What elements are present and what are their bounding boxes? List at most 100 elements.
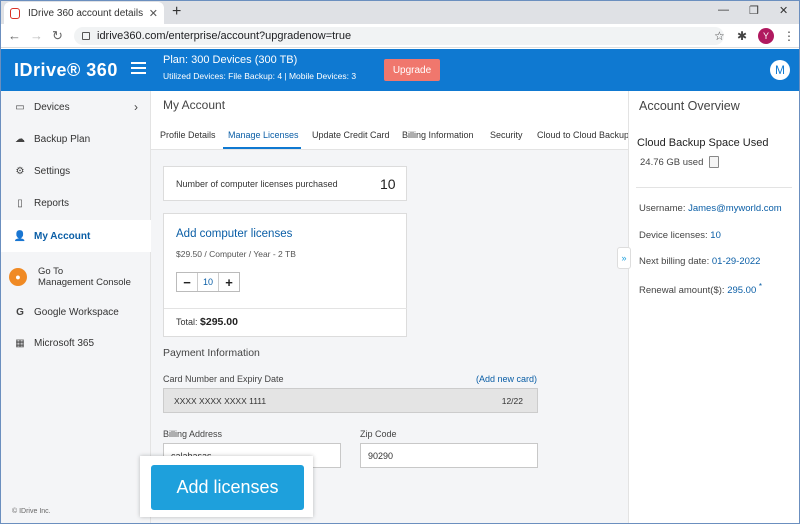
calculator-icon[interactable] [709, 156, 719, 168]
browser-menu-icon[interactable]: ⋮ [783, 29, 795, 43]
username-label: Username: [639, 203, 686, 214]
extensions-icon[interactable]: ✱ [737, 29, 747, 43]
decrement-button[interactable]: − [177, 273, 197, 291]
console-icon: ● [9, 268, 27, 286]
sidebar-item-google-workspace[interactable]: G Google Workspace [0, 296, 151, 328]
sidebar-item-label: Microsoft 365 [34, 337, 95, 349]
goto-line1: Go To [38, 266, 64, 277]
user-icon: 👤 [13, 230, 27, 242]
cloud-backup-title: Cloud Backup Space Used [637, 137, 769, 149]
card-number: XXXX XXXX XXXX 1111 [174, 395, 267, 406]
total-label: Total: [176, 317, 198, 327]
sidebar-item-backup-plan[interactable]: ☁ Backup Plan [0, 123, 151, 155]
licenses-purchased-value: 10 [380, 176, 396, 192]
devices-icon: ▭ [15, 101, 25, 113]
renewal-row: Renewal amount($): 295.00 * [639, 282, 762, 296]
tab-cloud-to-cloud-backup[interactable]: Cloud to Cloud Backup [537, 130, 629, 140]
plan-text: Plan: 300 Devices (300 TB) [163, 54, 298, 66]
card-expiry: 12/22 [501, 395, 523, 406]
reload-icon[interactable]: ↻ [52, 28, 63, 44]
zip-code-field[interactable]: 90290 [360, 443, 538, 468]
sidebar-item-label: Backup Plan [34, 133, 91, 145]
tab-security[interactable]: Security [490, 130, 523, 140]
renewal-footnote-mark: * [758, 282, 763, 291]
license-price: $29.50 / Computer / Year - 2 TB [176, 249, 296, 259]
tab-billing-information[interactable]: Billing Information [402, 130, 474, 140]
add-new-card-link[interactable]: (Add new card) [476, 374, 537, 384]
url-text: idrive360.com/enterprise/account?upgrade… [97, 30, 352, 42]
google-icon: G [16, 306, 24, 318]
username-value: James@myworld.com [688, 203, 782, 214]
browser-tab-title: IDrive 360 account details [28, 7, 144, 19]
chevron-right-icon[interactable]: › [134, 100, 138, 114]
sidebar-item-settings[interactable]: ⚙ Settings [0, 155, 151, 187]
payment-info-heading: Payment Information [163, 347, 260, 359]
sidebar-item-management-console[interactable]: ● Go To Management Console [0, 262, 151, 292]
device-licenses-value: 10 [710, 230, 721, 241]
sidebar-item-label: Reports [34, 197, 70, 209]
maximize-icon[interactable]: ❐ [749, 4, 759, 17]
renewal-value: 295.00 [727, 285, 757, 297]
sidebar-item-label: Settings [34, 165, 71, 177]
idrive-logo[interactable]: IDrive® 360 [14, 60, 118, 81]
sidebar-item-microsoft-365[interactable]: ▦ Microsoft 365 [0, 327, 151, 359]
username-row: Username: James@myworld.com [639, 203, 782, 214]
next-billing-label: Next billing date: [639, 256, 710, 267]
zip-code-label: Zip Code [360, 429, 397, 439]
device-licenses-row: Device licenses: 10 [639, 230, 721, 241]
report-icon: ▯ [17, 197, 23, 209]
licenses-purchased-label: Number of computer licenses purchased [176, 179, 338, 189]
browser-tab[interactable]: IDrive 360 account details ✕ [4, 2, 164, 24]
quantity-value[interactable]: 10 [197, 273, 219, 291]
sidebar-item-reports[interactable]: ▯ Reports [0, 187, 151, 219]
cloud-icon: ☁ [15, 133, 25, 145]
divider [164, 308, 407, 309]
collapse-panel-icon[interactable]: » [617, 247, 631, 269]
sidebar-item-label: My Account [34, 230, 91, 242]
total-row: Total: $295.00 [176, 316, 238, 328]
add-licenses-button[interactable]: Add licenses [151, 465, 304, 510]
copyright-text: © IDrive Inc. [12, 508, 51, 515]
cloud-used-value: 24.76 GB used [640, 157, 704, 168]
card-number-field: XXXX XXXX XXXX 1111 12/22 [163, 388, 538, 413]
idrive-favicon-icon [10, 7, 20, 19]
card-label: Card Number and Expiry Date [163, 374, 284, 384]
sidebar-item-label: Devices [34, 101, 70, 113]
sidebar-item-label: Google Workspace [34, 306, 119, 318]
browser-profile-avatar[interactable]: Y [758, 28, 774, 44]
tab-profile-details[interactable]: Profile Details [160, 130, 216, 140]
minimize-icon[interactable]: — [718, 4, 729, 16]
billing-address-label: Billing Address [163, 429, 223, 439]
goto-line2: Management Console [38, 277, 131, 288]
gear-icon: ⚙ [15, 165, 25, 177]
page-title: My Account [163, 98, 226, 112]
renewal-label: Renewal amount($): [639, 285, 725, 297]
upgrade-button[interactable]: Upgrade [384, 59, 440, 81]
active-tab-indicator [223, 147, 301, 149]
total-value: $295.00 [200, 316, 238, 328]
tab-manage-licenses[interactable]: Manage Licenses [228, 130, 299, 140]
device-licenses-label: Device licenses: [639, 230, 708, 241]
back-icon[interactable]: ← [8, 28, 21, 43]
windows-icon: ▦ [15, 337, 25, 349]
sidebar-item-my-account[interactable]: 👤 My Account [0, 220, 151, 252]
increment-button[interactable]: + [219, 273, 239, 291]
window-close-icon[interactable]: ✕ [779, 4, 788, 17]
close-tab-icon[interactable]: ✕ [149, 7, 158, 20]
hamburger-menu-icon[interactable] [131, 62, 146, 77]
usage-text: Utilized Devices: File Backup: 4 | Mobil… [163, 71, 357, 81]
add-licenses-title: Add computer licenses [176, 228, 293, 240]
overview-title: Account Overview [639, 99, 740, 113]
next-billing-value: 01-29-2022 [711, 256, 761, 267]
tab-update-credit-card[interactable]: Update Credit Card [312, 130, 390, 140]
next-billing-row: Next billing date: 01-29-2022 [639, 256, 760, 267]
bookmark-star-icon[interactable]: ☆ [714, 29, 725, 43]
url-field[interactable]: idrive360.com/enterprise/account?upgrade… [74, 27, 724, 45]
sidebar-item-devices[interactable]: ▭ Devices [0, 91, 151, 123]
lock-icon [82, 32, 90, 40]
new-tab-button[interactable]: + [172, 3, 181, 21]
quantity-stepper[interactable]: − 10 + [176, 272, 240, 292]
overview-divider [636, 187, 792, 188]
forward-icon[interactable]: → [30, 28, 43, 43]
user-avatar[interactable]: M [770, 60, 790, 80]
